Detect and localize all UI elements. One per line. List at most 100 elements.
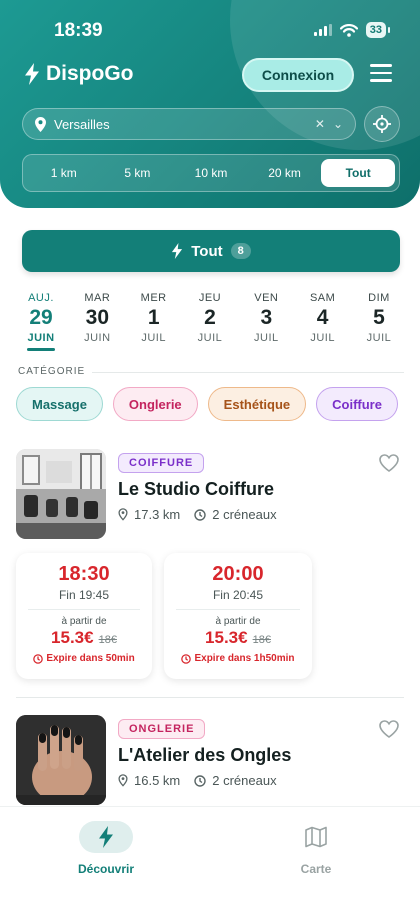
slot-expiry: Expire dans 1h50min — [194, 653, 295, 664]
date-month: JUIL — [141, 332, 166, 344]
date-day: 3 — [260, 306, 273, 329]
category-tag: COIFFURE — [118, 453, 205, 473]
slot-time: 20:00 — [212, 563, 264, 585]
nav-discover-pill — [79, 821, 133, 853]
chip-massage[interactable]: Massage — [16, 387, 103, 421]
date-day: 29 — [29, 306, 53, 329]
selected-indicator — [27, 348, 55, 351]
radius-option-20km[interactable]: 20 km — [248, 159, 322, 187]
divider — [16, 697, 404, 698]
date-day: 30 — [85, 306, 109, 329]
date-item[interactable]: MER 1 JUIL — [127, 292, 181, 351]
heart-icon[interactable] — [378, 453, 400, 473]
slots-count: 2 créneaux — [212, 507, 277, 522]
battery-indicator: 33 — [365, 22, 391, 38]
radius-option-10km[interactable]: 10 km — [174, 159, 248, 187]
date-item[interactable]: SAM 4 JUIL — [296, 292, 350, 351]
radius-selector: 1 km 5 km 10 km 20 km Tout — [22, 154, 400, 192]
slot-list: 18:30 Fin 19:45 à partir de 15.3€ 18€ Ex… — [16, 553, 312, 679]
location-search[interactable]: Versailles ✕ ⌄ — [22, 108, 356, 140]
slot-old-price: 18€ — [252, 634, 271, 646]
signal-icon — [313, 24, 332, 36]
category-chips: Massage Onglerie Esthétique Coiffure — [16, 387, 398, 421]
location-value: Versailles — [54, 116, 110, 132]
all-filter-button[interactable]: Tout 8 — [22, 230, 400, 272]
salon-photo — [16, 715, 106, 805]
chip-coiffure[interactable]: Coiffure — [316, 387, 398, 421]
date-day: 4 — [316, 306, 329, 329]
crosshair-icon — [373, 115, 391, 133]
date-day: 5 — [373, 306, 385, 329]
date-day: 1 — [147, 306, 160, 329]
date-dow: VEN — [254, 292, 279, 304]
listing-card[interactable]: COIFFURE Le Studio Coiffure 17.3 km 2 cr… — [16, 449, 404, 689]
slot-card[interactable]: 18:30 Fin 19:45 à partir de 15.3€ 18€ Ex… — [16, 553, 152, 679]
nav-map-pill — [289, 821, 343, 853]
heart-icon[interactable] — [378, 719, 400, 739]
nav-discover[interactable]: Découvrir — [51, 821, 161, 876]
pin-icon — [118, 774, 128, 787]
locate-button[interactable] — [364, 106, 400, 142]
nav-discover-label: Découvrir — [77, 862, 135, 876]
date-dow: SAM — [309, 292, 336, 304]
date-day: 2 — [204, 306, 216, 329]
clock-icon — [194, 774, 206, 787]
date-item[interactable]: MAR 30 JUIN — [70, 292, 124, 351]
nav-map[interactable]: Carte — [261, 821, 371, 876]
date-item-today[interactable]: AUJ. 29 JUIN — [14, 292, 68, 351]
date-month: JUIL — [366, 332, 392, 344]
clear-icon[interactable]: ✕ — [315, 117, 325, 131]
date-dow: MAR — [84, 292, 111, 304]
date-month: JUIN — [84, 332, 111, 344]
all-filter-count: 8 — [230, 243, 251, 259]
bolt-icon — [172, 243, 183, 259]
bolt-icon — [99, 826, 113, 848]
date-month: JUIL — [197, 332, 223, 344]
clock-icon — [194, 508, 206, 521]
radius-option-1km[interactable]: 1 km — [27, 159, 101, 187]
date-item[interactable]: DIM 5 JUIL — [352, 292, 406, 351]
slot-price: 15.3€ — [51, 628, 94, 647]
chevron-down-icon[interactable]: ⌄ — [333, 117, 343, 131]
slot-expiry: Expire dans 50min — [46, 653, 135, 664]
chip-onglerie[interactable]: Onglerie — [112, 387, 198, 421]
divider — [92, 372, 404, 373]
bolt-icon — [25, 63, 39, 85]
map-icon — [305, 826, 327, 848]
status-time: 18:39 — [54, 20, 103, 41]
clock-icon — [33, 653, 44, 664]
pin-icon — [118, 508, 128, 521]
menu-icon[interactable] — [370, 64, 392, 84]
slot-end: Fin 20:45 — [212, 588, 264, 602]
app-header: 18:39 33 DispoGo Connexion Versailles ✕ … — [0, 0, 420, 208]
login-button[interactable]: Connexion — [242, 58, 354, 92]
date-dow: MER — [140, 292, 167, 304]
distance: 17.3 km — [134, 507, 181, 522]
radius-option-5km[interactable]: 5 km — [101, 159, 175, 187]
salon-meta: 17.3 km 2 créneaux — [118, 507, 277, 522]
date-month: JUIL — [310, 332, 335, 344]
price-from-label: à partir de — [61, 616, 107, 627]
slot-time: 18:30 — [58, 563, 110, 585]
slot-price: 15.3€ — [205, 628, 248, 647]
listing-card[interactable]: ONGLERIE L'Atelier des Ongles 16.5 km 2 … — [16, 715, 404, 807]
slot-end: Fin 19:45 — [58, 588, 110, 602]
slot-old-price: 18€ — [98, 634, 117, 646]
slot-card[interactable]: 20:00 Fin 20:45 à partir de 15.3€ 18€ Ex… — [164, 553, 312, 679]
app-name: DispoGo — [46, 62, 134, 85]
slots-count: 2 créneaux — [212, 773, 277, 788]
distance: 16.5 km — [134, 773, 181, 788]
divider — [176, 609, 300, 610]
all-filter-label: Tout — [191, 242, 223, 260]
bottom-nav: Découvrir Carte — [0, 806, 420, 910]
price-from-label: à partir de — [215, 616, 261, 627]
date-dow: DIM — [368, 292, 390, 304]
date-item[interactable]: VEN 3 JUIL — [239, 292, 293, 351]
brand: DispoGo — [24, 62, 134, 86]
chip-esthetique[interactable]: Esthétique — [207, 387, 307, 421]
date-dow: JEU — [198, 292, 222, 304]
date-item[interactable]: JEU 2 JUIL — [183, 292, 237, 351]
radius-option-all[interactable]: Tout — [321, 159, 395, 187]
clock-icon — [181, 653, 192, 664]
divider — [28, 609, 140, 610]
